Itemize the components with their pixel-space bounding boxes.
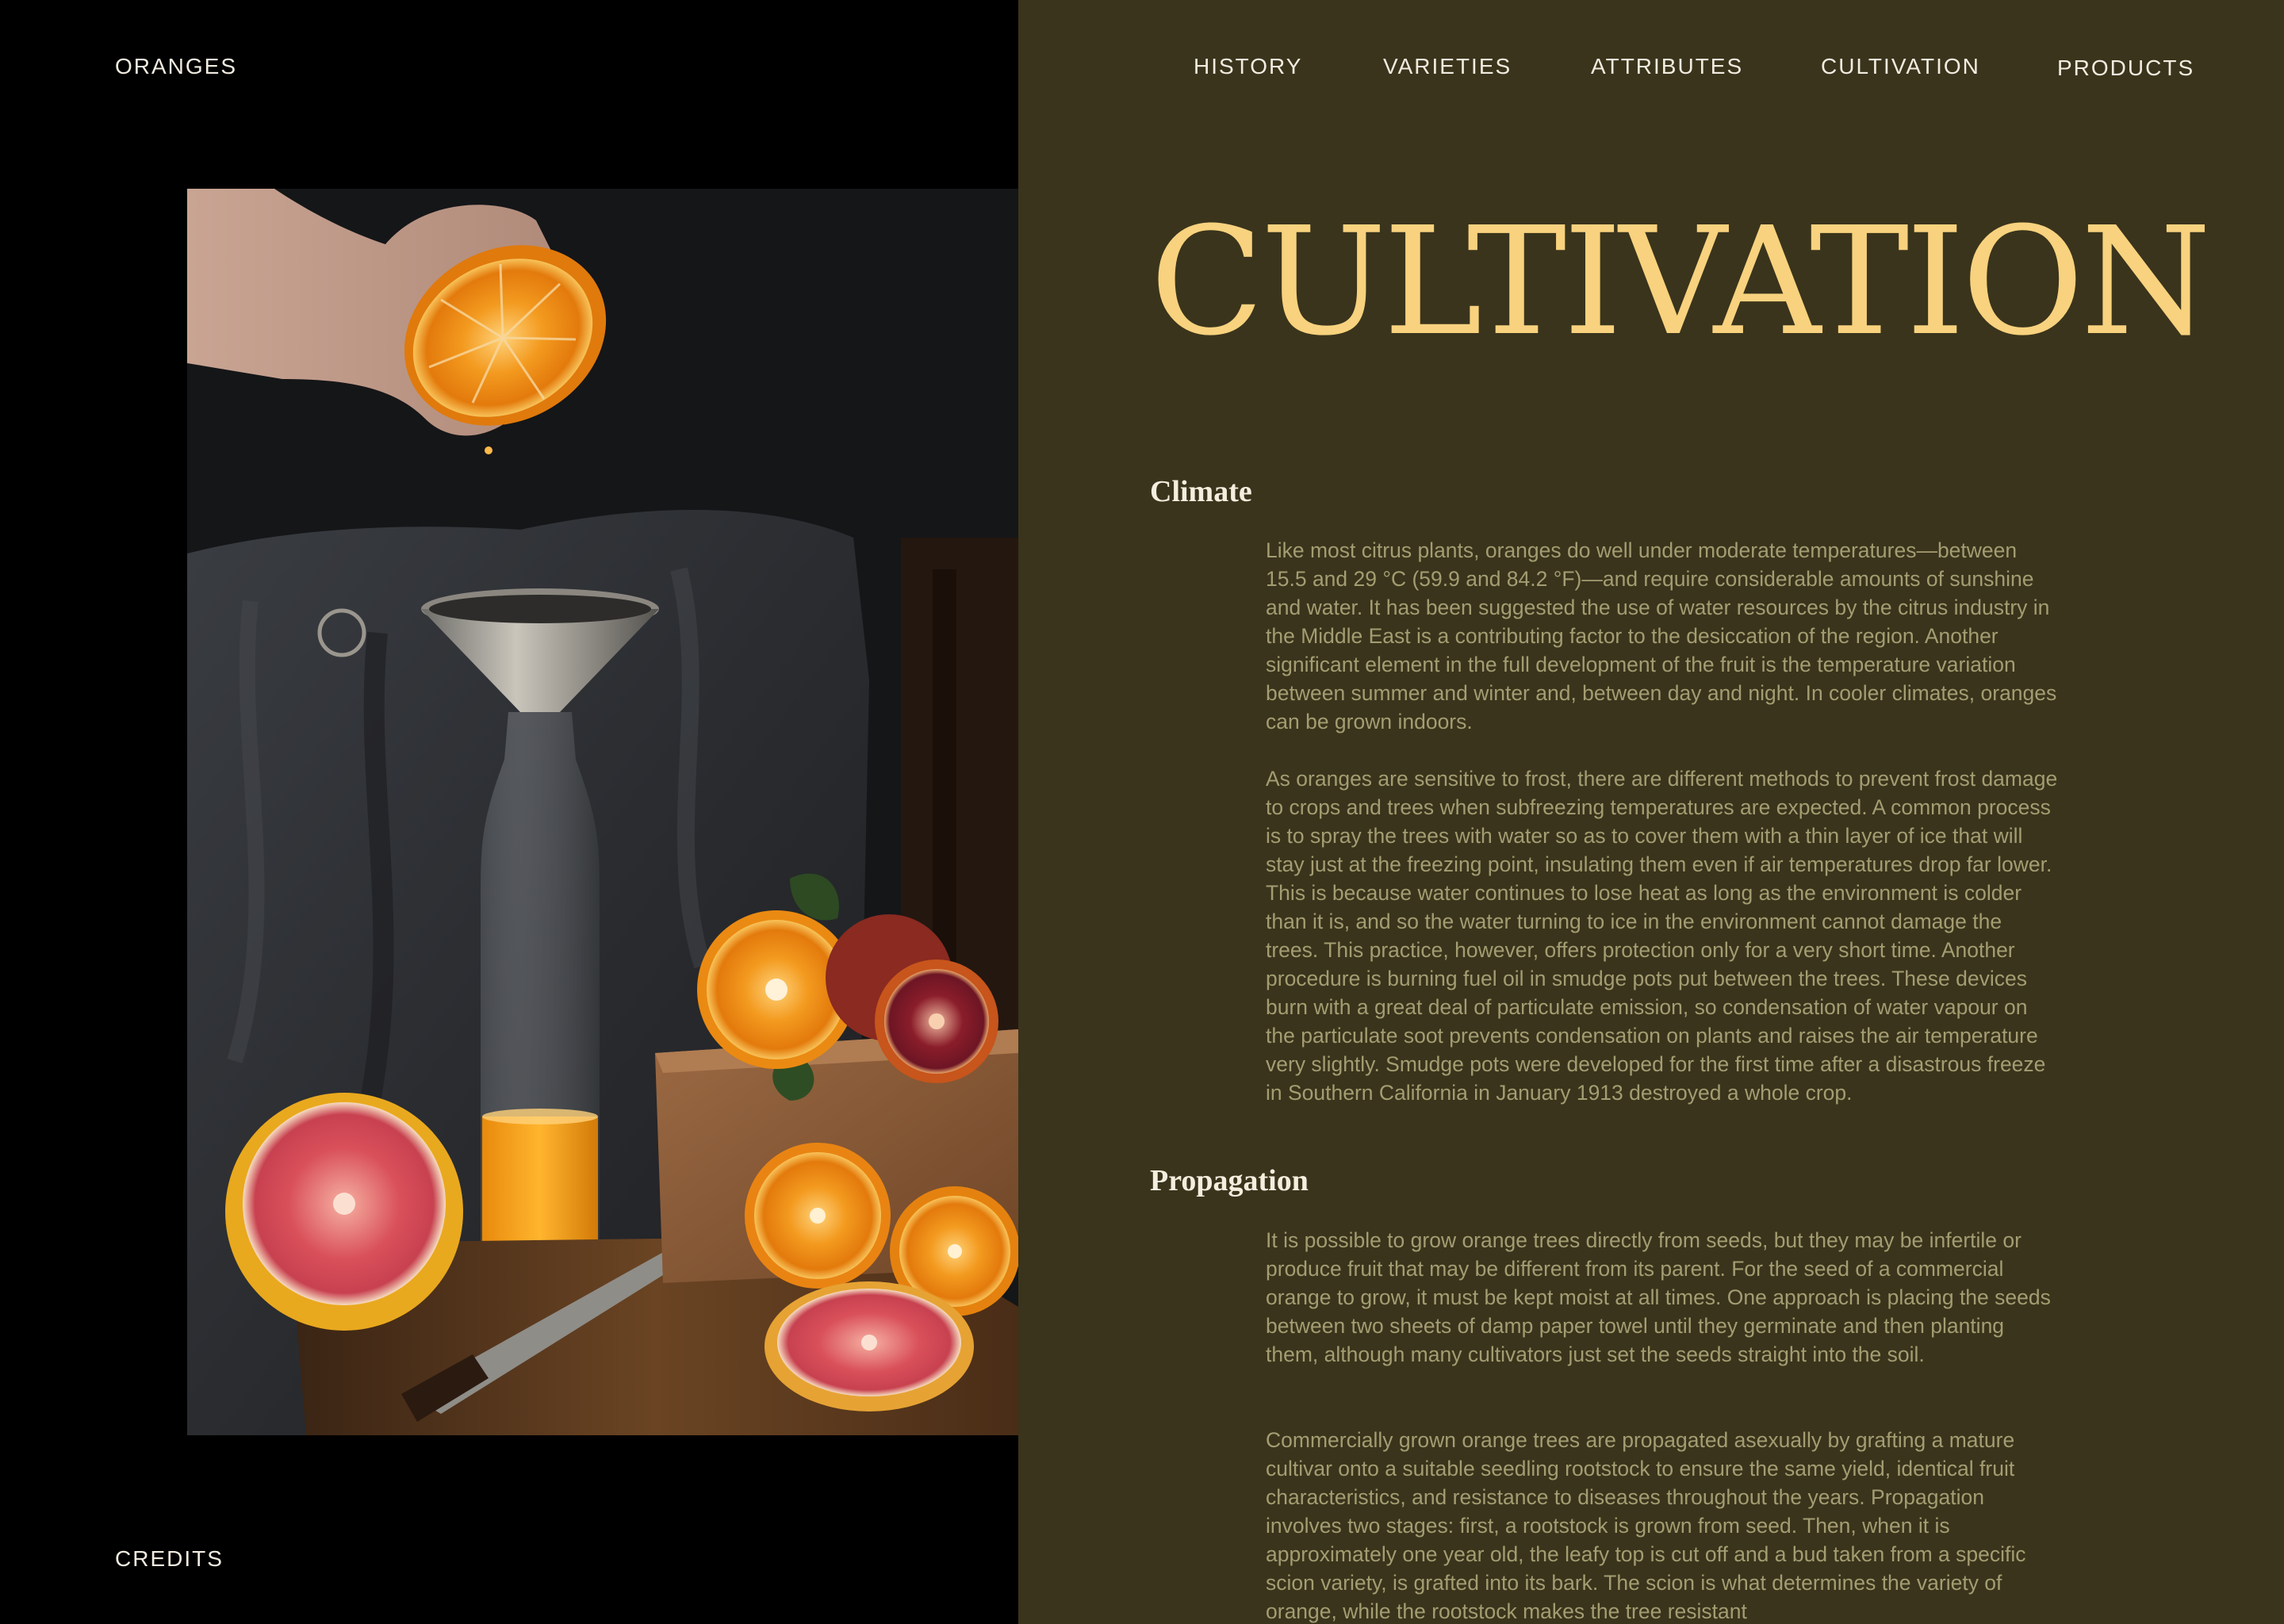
nav-attributes[interactable]: ATTRIBUTES <box>1591 54 1743 79</box>
climate-paragraph-2: As oranges are sensitive to frost, there… <box>1266 767 2058 1105</box>
propagation-heading: Propagation <box>1150 1164 1309 1197</box>
propagation-paragraph-1: It is possible to grow orange trees dire… <box>1266 1228 2051 1366</box>
credits-link[interactable]: CREDITS <box>115 1546 224 1572</box>
orange-juice-photo <box>187 189 1018 1435</box>
left-panel: ORANGES CREDITS <box>0 0 1018 1624</box>
nav-history[interactable]: HISTORY <box>1194 54 1302 79</box>
nav-varieties[interactable]: VARIETIES <box>1383 54 1512 79</box>
propagation-paragraph-2: Commercially grown orange trees are prop… <box>1266 1428 2026 1623</box>
nav-cultivation[interactable]: CULTIVATION <box>1821 54 1980 79</box>
climate-heading: Climate <box>1150 475 1252 508</box>
nav-products[interactable]: PRODUCTS <box>2057 56 2194 81</box>
right-panel: HISTORY VARIETIES ATTRIBUTES CULTIVATION… <box>1018 0 2284 1624</box>
climate-paragraph-1: Like most citrus plants, oranges do well… <box>1266 538 2057 733</box>
page-title: CULTIVATION <box>1150 195 2211 369</box>
page: ORANGES CREDITS HISTORY VARIETIES ATTRIB… <box>0 0 2284 1624</box>
top-nav: HISTORY VARIETIES ATTRIBUTES CULTIVATION… <box>1018 54 2284 86</box>
brand-link[interactable]: ORANGES <box>115 54 237 79</box>
